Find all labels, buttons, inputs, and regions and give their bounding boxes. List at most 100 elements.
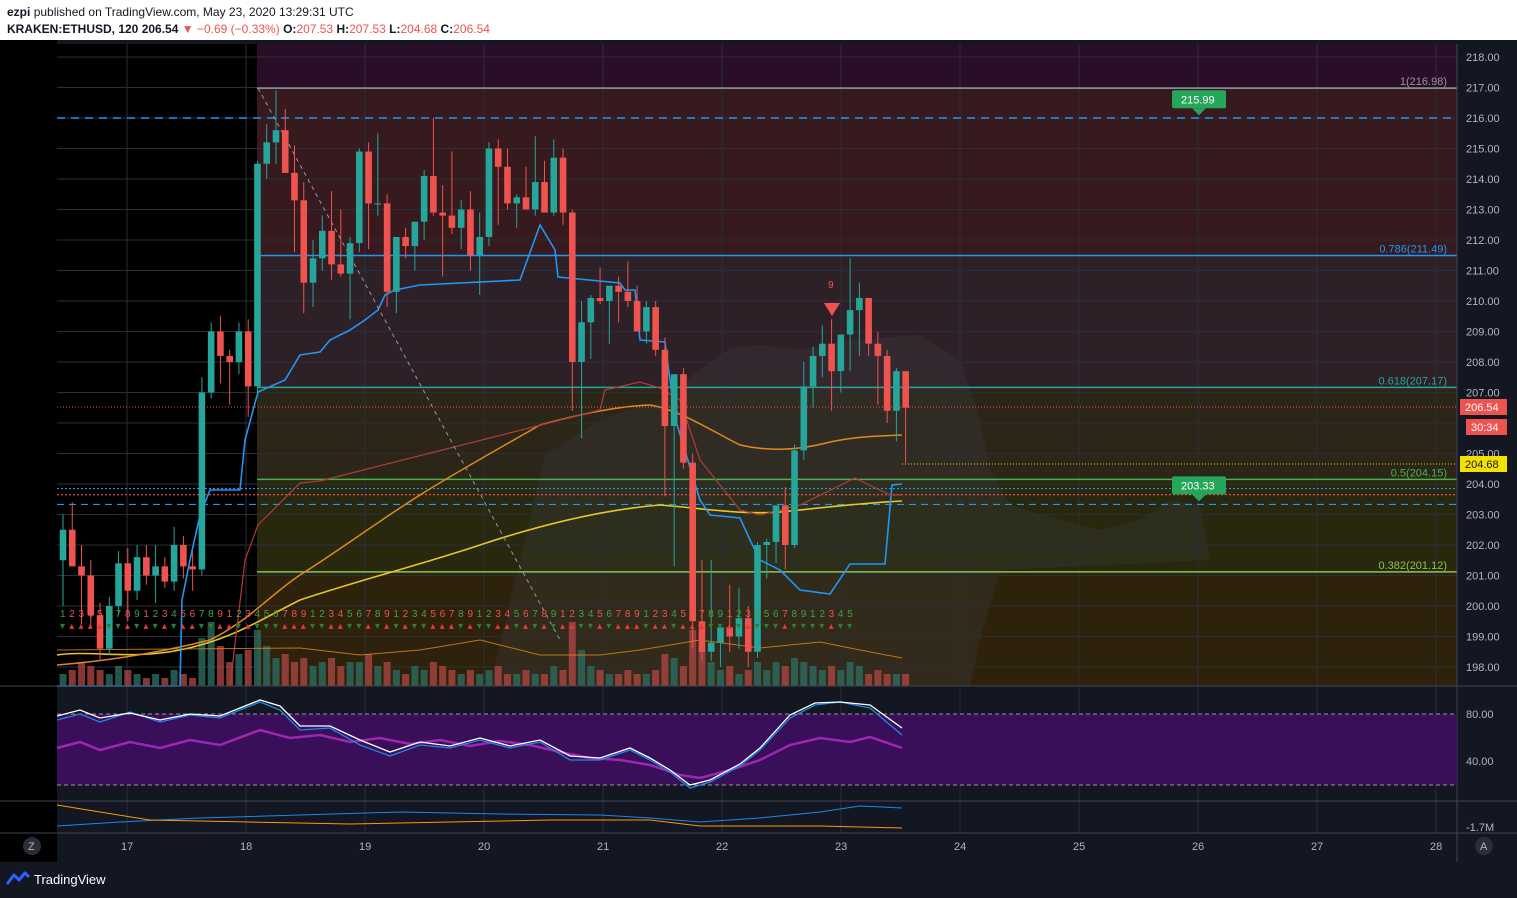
seq-count: 9 [634, 609, 640, 620]
seq-count: 8 [625, 609, 631, 620]
symbol-label[interactable]: KRAKEN:ETHUSD, 120 [7, 22, 138, 36]
seq-arrow: ▴ [690, 621, 695, 632]
seq-count: 7 [532, 609, 538, 620]
volume-bar [605, 674, 613, 686]
price-tick: 207.00 [1466, 388, 1500, 400]
seq-count: 9 [801, 609, 807, 620]
volume-bar [754, 662, 761, 686]
author-name[interactable]: ezpi [7, 5, 30, 19]
volume-bar [309, 666, 317, 686]
time-scale[interactable]: 17 18 19 20 21 22 23 24 25 26 27 28 [121, 841, 1442, 853]
volume-bar [883, 674, 891, 686]
candle-body [226, 355, 233, 362]
seq-count: 7 [282, 609, 288, 620]
rsi-tick-80: 80.00 [1466, 709, 1494, 721]
tradingview-logo-icon[interactable] [6, 870, 30, 886]
candle-body [652, 307, 659, 350]
time-tick: 21 [597, 841, 609, 853]
seq-count: 6 [190, 609, 196, 620]
fib-zone-top [257, 44, 1457, 88]
seq-arrow: ▾ [717, 621, 722, 632]
volume-bar [244, 650, 252, 686]
volume-bar [152, 674, 160, 686]
candle-body [819, 343, 826, 356]
seq-arrow: ▴ [542, 621, 547, 632]
seq-arrow: ▴ [88, 621, 93, 632]
seq-count: 4 [421, 609, 427, 620]
seq-arrow: ▴ [227, 621, 232, 632]
seq-arrow: ▾ [532, 621, 537, 632]
candle-body [161, 566, 169, 582]
high-label: H: [336, 22, 350, 36]
seq-count: 7 [366, 609, 372, 620]
seq-count: 2 [153, 609, 159, 620]
seq-arrow: ▴ [616, 621, 621, 632]
seq-count: 2 [319, 609, 325, 620]
seq-arrow: ▾ [773, 621, 778, 632]
volume-bar [346, 662, 354, 686]
price-scale: 218.00 217.00 216.00 215.00 214.00 213.00 212.… [1466, 52, 1500, 674]
seq-arrow: ▾ [347, 621, 352, 632]
seq-arrow: ▴ [495, 621, 500, 632]
seq-count: 9 [217, 609, 223, 620]
candle-body [809, 355, 817, 387]
candle-body [680, 374, 687, 463]
open-label: O: [283, 22, 297, 36]
seq-arrow: ▾ [134, 621, 139, 632]
seq-arrow: ▾ [310, 621, 315, 632]
seq-count: 8 [792, 609, 798, 620]
osc-tick: -1.7M [1466, 822, 1494, 834]
candle-body [689, 462, 696, 622]
seq-count: 9 [551, 609, 557, 620]
seq-arrow: ▾ [810, 621, 815, 632]
volume-bar [559, 670, 567, 686]
time-tick: 17 [121, 841, 133, 853]
alert-badge-text: 203.33 [1181, 480, 1215, 492]
candle-body [198, 392, 206, 570]
rsi-band [57, 714, 1457, 785]
volume-bar [485, 670, 493, 686]
seq-arrow: ▾ [199, 621, 204, 632]
candle-body [59, 529, 67, 561]
seq-arrow: ▴ [180, 621, 185, 632]
seq-arrow: ▾ [801, 621, 806, 632]
volume-bar [365, 654, 373, 686]
seq-count: 1 [560, 609, 566, 620]
volume-bar [818, 670, 826, 686]
seq-arrow: ▴ [125, 621, 130, 632]
seq-count: 7 [199, 609, 205, 620]
candle-body [337, 264, 345, 274]
volume-bar [300, 658, 308, 686]
volume-bar [494, 666, 502, 686]
candle-body [217, 331, 224, 356]
close-label: C: [440, 22, 454, 36]
seq-arrow: ▴ [69, 621, 74, 632]
candle-body [763, 541, 771, 545]
seq-count: 4 [88, 609, 94, 620]
auto-scale-label: A [1480, 841, 1488, 853]
chart-canvas[interactable]: 1(216.98) 0.786(211.49) 0.618(207.17) 0.5(2… [0, 40, 1517, 862]
price-tick: 216.00 [1466, 113, 1500, 125]
seq-arrow: ▴ [366, 621, 371, 632]
candle-body [189, 566, 196, 570]
volume-bar [476, 674, 484, 686]
volume-bar [531, 674, 539, 686]
volume-bar [587, 666, 595, 686]
seq-arrow: ▾ [764, 621, 769, 632]
volume-bar [902, 674, 910, 686]
seq-arrow: ▴ [699, 621, 704, 632]
seq-arrow: ▴ [292, 621, 297, 632]
volume-bar [318, 662, 326, 686]
seq-count: 5 [264, 609, 270, 620]
volume-bar [642, 674, 650, 686]
seq-count: 6 [273, 609, 279, 620]
candle-body [170, 545, 178, 582]
candle-body [772, 505, 780, 542]
price-tick: 217.00 [1466, 83, 1500, 95]
price-tick: 208.00 [1466, 357, 1500, 369]
brand-name[interactable]: TradingView [34, 872, 106, 887]
candle-body [485, 148, 493, 237]
seq-arrow: ▾ [819, 621, 824, 632]
seq-count: 5 [514, 609, 520, 620]
seq-arrow: ▴ [634, 621, 639, 632]
